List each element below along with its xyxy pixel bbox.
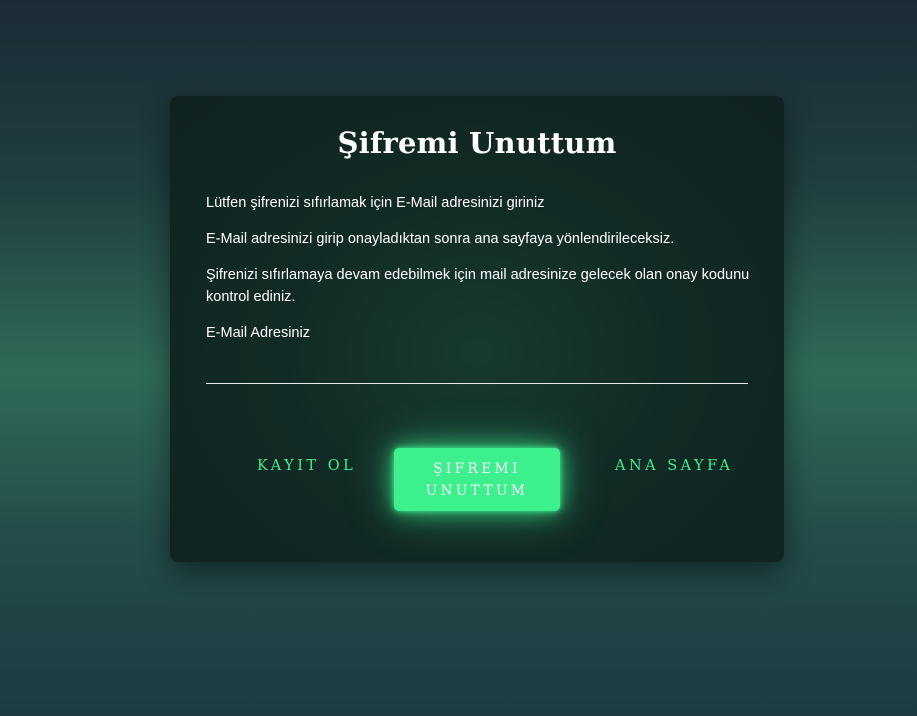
register-button[interactable]: KAYIT OL (257, 458, 356, 474)
instruction-text-2: E-Mail adresinizi girip onayladıktan son… (206, 231, 675, 247)
home-button[interactable]: ANA SAYFA (615, 458, 733, 474)
reset-password-button[interactable]: ŞIFREMI UNUTTUM (394, 448, 560, 511)
instruction-text-3: Şifrenizi sıfırlamaya devam edebilmek iç… (206, 267, 750, 305)
email-input[interactable] (206, 354, 748, 384)
email-label: E-Mail Adresiniz (206, 325, 310, 341)
page-title: Şifremi Unuttum (337, 126, 617, 160)
forgot-password-card: Şifremi Unuttum Lütfen şifrenizi sıfırla… (170, 96, 784, 562)
instruction-text-1: Lütfen şifrenizi sıfırlamak için E-Mail … (206, 195, 545, 211)
